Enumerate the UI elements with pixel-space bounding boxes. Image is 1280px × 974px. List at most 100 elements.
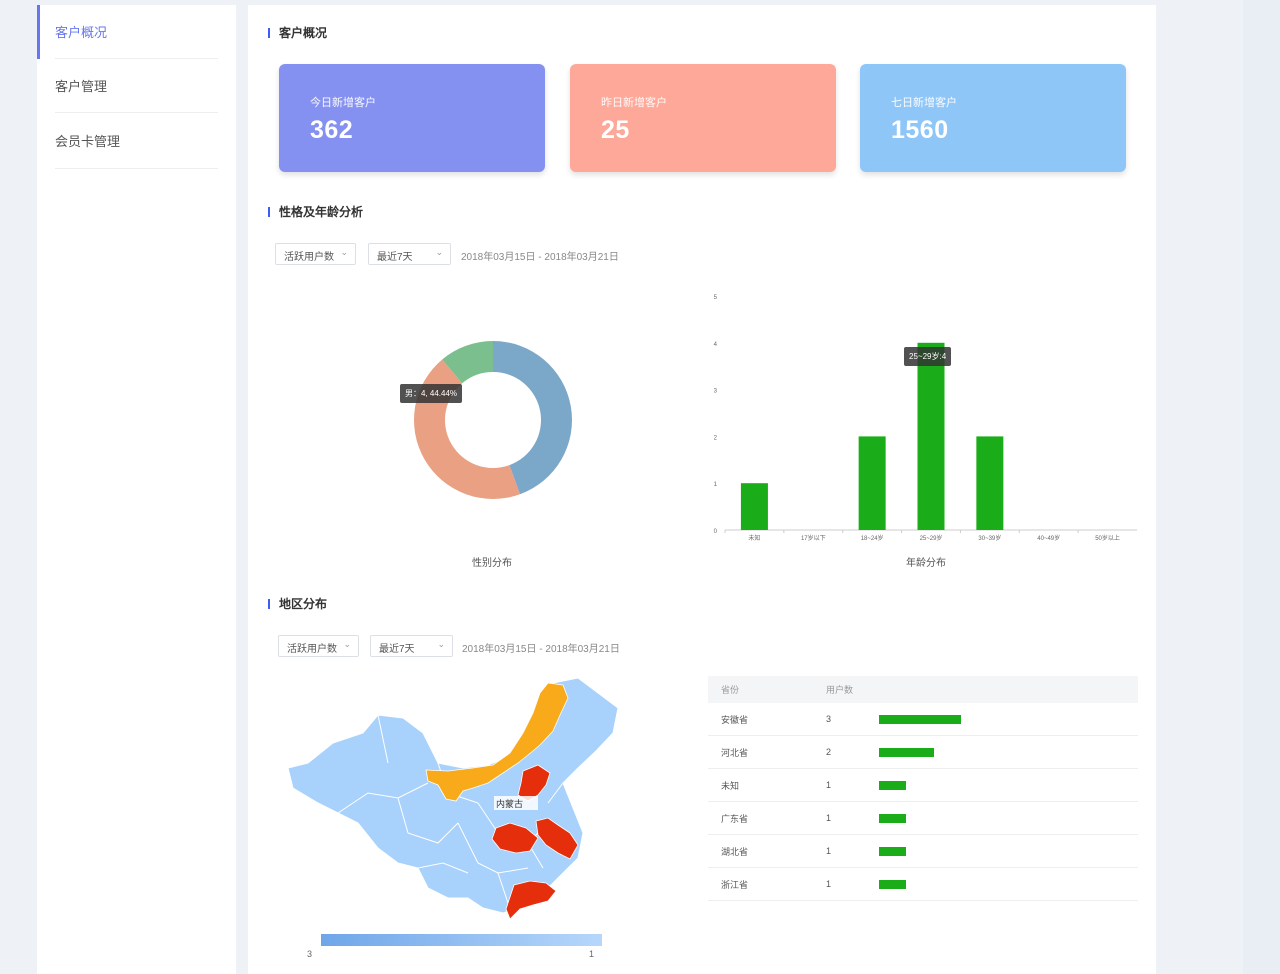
age-bar[interactable]	[976, 436, 1004, 530]
legend-min-label: 1	[589, 949, 595, 959]
y-tick-label: 5	[714, 295, 718, 301]
cell-users: 1	[826, 813, 832, 823]
map-legend-bar	[321, 934, 602, 946]
period-select-value: 最近7天	[377, 252, 413, 263]
x-tick-label: 未知	[748, 534, 760, 542]
sidebar-item-customers[interactable]: 客户管理	[55, 59, 218, 113]
metric-select[interactable]: 活跃用户数 ⌄	[275, 243, 356, 265]
table-row: 河北省 2	[708, 736, 1138, 769]
sidebar-item-label: 会员卡管理	[55, 134, 121, 149]
period-select[interactable]: 最近7天 ⌄	[368, 243, 451, 265]
stat-card-today: 今日新增客户 362	[279, 64, 545, 172]
sidebar-item-membership-cards[interactable]: 会员卡管理	[55, 113, 218, 169]
cell-province: 安徽省	[721, 714, 749, 725]
stat-label: 今日新增客户	[310, 97, 376, 109]
age-bar[interactable]	[858, 436, 886, 530]
cell-province: 未知	[721, 780, 740, 791]
china-region-map: 内蒙古	[287, 677, 619, 920]
user-count-bar	[879, 814, 907, 823]
age-bar[interactable]	[917, 342, 945, 530]
cell-users: 2	[826, 747, 832, 757]
stat-value: 25	[601, 116, 630, 144]
province-table: 省份 用户数 安徽省 3 河北省 2 未知 1 广东省 1 湖北省 1 浙江省 …	[708, 676, 1138, 901]
cell-province: 河北省	[721, 747, 749, 758]
user-count-bar	[879, 781, 907, 790]
region-metric-select[interactable]: 活跃用户数 ⌄	[278, 635, 359, 657]
header-users: 用户数	[826, 685, 854, 695]
cell-province: 广东省	[721, 813, 749, 824]
overview-title: 客户概况	[268, 26, 327, 40]
table-row: 安徽省 3	[708, 703, 1138, 736]
x-tick-label: 30~39岁	[978, 534, 1001, 542]
legend-max-label: 3	[307, 949, 313, 959]
age-bar-chart: 0 1 2 3 4 5 未知 17岁以下 18~24岁 25~29岁 30~39岁 40~49岁 50岁…	[714, 295, 1137, 542]
x-tick-label: 18~24岁	[861, 534, 884, 542]
x-tick-label: 40~49岁	[1037, 534, 1060, 542]
sidebar-item-label: 客户概况	[55, 25, 108, 40]
analysis-title: 性格及年龄分析	[268, 205, 363, 219]
cell-users: 1	[826, 846, 832, 856]
map-region-guangdong	[505, 880, 557, 920]
table-row: 未知 1	[708, 769, 1138, 802]
y-tick-label: 0	[714, 529, 718, 535]
cell-bar	[879, 769, 1138, 801]
table-body: 安徽省 3 河北省 2 未知 1 广东省 1 湖北省 1 浙江省 1	[708, 703, 1138, 901]
date-range: 2018年03月15日 - 2018年03月21日	[461, 252, 619, 263]
main-panel: 客户概况 今日新增客户 362 昨日新增客户 25 七日新增客户 1560 性格…	[248, 5, 1156, 974]
metric-select-value: 活跃用户数	[284, 252, 334, 263]
x-tick-label: 17岁以下	[801, 534, 826, 542]
table-row: 广东省 1	[708, 802, 1138, 835]
age-bar[interactable]	[740, 483, 768, 530]
cell-province: 浙江省	[721, 879, 749, 890]
y-tick-label: 4	[714, 342, 718, 348]
chevron-down-icon: ⌄	[437, 639, 445, 649]
cell-province: 湖北省	[721, 846, 749, 857]
cell-bar	[879, 835, 1138, 867]
table-header: 省份 用户数	[708, 676, 1138, 703]
pie-slice-1[interactable]	[413, 359, 521, 500]
cell-bar	[879, 868, 1138, 900]
header-province: 省份	[721, 685, 740, 695]
region-title: 地区分布	[268, 597, 327, 611]
user-count-bar	[879, 880, 907, 889]
x-tick-label: 25~29岁	[920, 534, 943, 542]
cell-users: 1	[826, 879, 832, 889]
stat-card-yesterday: 昨日新增客户 25	[570, 64, 836, 172]
cell-users: 1	[826, 780, 832, 790]
stat-value: 362	[310, 116, 354, 144]
region-date-range: 2018年03月15日 - 2018年03月21日	[462, 644, 620, 655]
stat-value: 1560	[891, 116, 949, 144]
sidebar: 客户概况 客户管理 会员卡管理	[37, 5, 236, 974]
header-bar	[879, 676, 1138, 703]
y-tick-label: 1	[714, 482, 718, 488]
region-metric-select-value: 活跃用户数	[287, 644, 337, 655]
table-row: 浙江省 1	[708, 868, 1138, 901]
stat-label: 昨日新增客户	[601, 97, 667, 109]
stat-card-week: 七日新增客户 1560	[860, 64, 1126, 172]
y-tick-label: 2	[714, 435, 718, 441]
user-count-bar	[879, 847, 907, 856]
user-count-bar	[879, 748, 934, 757]
right-background	[1243, 0, 1280, 974]
x-tick-label: 50岁以上	[1095, 534, 1120, 542]
chevron-down-icon: ⌄	[340, 247, 348, 257]
region-period-select-value: 最近7天	[379, 644, 415, 655]
user-count-bar	[879, 715, 961, 724]
map-label: 内蒙古	[496, 798, 523, 809]
stat-label: 七日新增客户	[891, 97, 957, 109]
sidebar-item-overview[interactable]: 客户概况	[37, 5, 218, 59]
region-period-select[interactable]: 最近7天 ⌄	[370, 635, 453, 657]
pie-tooltip: 男：4, 44.44%	[400, 384, 463, 403]
chevron-down-icon: ⌄	[435, 247, 443, 257]
gender-chart-caption: 性别分布	[472, 558, 512, 569]
chevron-down-icon: ⌄	[343, 639, 351, 649]
bar-tooltip: 25~29岁:4	[904, 347, 952, 366]
cell-bar	[879, 736, 1138, 768]
cell-users: 3	[826, 714, 832, 724]
y-tick-label: 3	[714, 389, 718, 395]
cell-bar	[879, 703, 1138, 735]
age-chart-caption: 年龄分布	[906, 558, 946, 569]
gender-pie-chart	[413, 341, 572, 500]
sidebar-item-label: 客户管理	[55, 79, 108, 94]
cell-bar	[879, 802, 1138, 834]
